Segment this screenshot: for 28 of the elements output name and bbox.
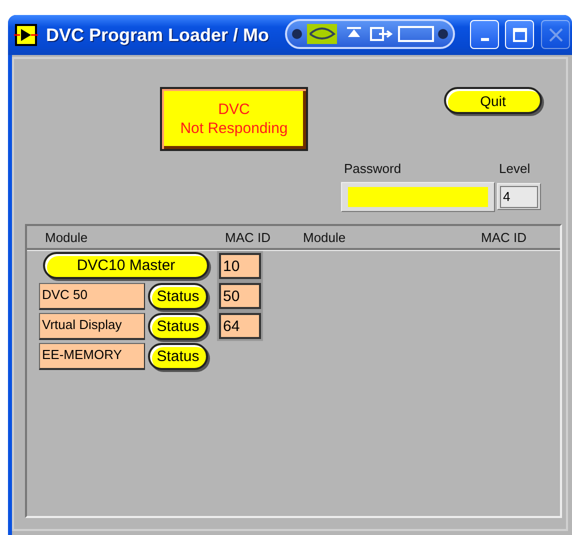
minimize-icon: [480, 38, 488, 41]
status-button[interactable]: Status: [148, 343, 208, 370]
password-field[interactable]: [341, 182, 495, 212]
maximize-button[interactable]: [505, 20, 534, 49]
close-icon: [548, 26, 564, 42]
quit-button[interactable]: Quit: [444, 87, 542, 114]
column-header: MAC ID: [225, 230, 272, 244]
app-icon: [14, 23, 38, 47]
column-header: Module: [45, 230, 89, 244]
mac-id-field[interactable]: 64: [219, 313, 261, 339]
level-field[interactable]: 4: [500, 186, 538, 208]
minimize-button[interactable]: [470, 20, 499, 49]
module-name: Vrtual Display: [39, 313, 145, 340]
module-name: EE-MEMORY: [39, 343, 145, 370]
master-button[interactable]: DVC10 Master: [43, 252, 209, 279]
status-text: Not Responding: [180, 119, 288, 138]
maximize-icon: [512, 26, 528, 42]
mac-id-field[interactable]: 10: [219, 253, 261, 279]
column-header: Module: [303, 230, 347, 244]
window-title: DVC Program Loader / Mo: [46, 24, 270, 46]
mac-id-field[interactable]: 50: [219, 283, 261, 309]
password-label: Password: [344, 161, 402, 176]
column-header: MAC ID: [481, 230, 528, 244]
level-label: Level: [499, 161, 530, 176]
status-button[interactable]: Status: [148, 283, 208, 310]
status-text: DVC: [218, 100, 250, 119]
module-name: DVC 50: [39, 283, 145, 310]
status-button[interactable]: Status: [148, 313, 208, 340]
